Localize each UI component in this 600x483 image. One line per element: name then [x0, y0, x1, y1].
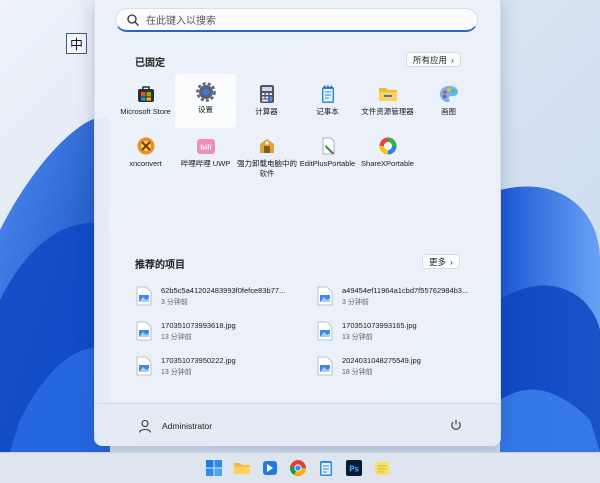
app-label: ShareXPortable: [361, 159, 414, 168]
search-placeholder: 在此键入以搜索: [146, 16, 216, 27]
user-name: Administrator: [162, 421, 213, 431]
chevron-right-icon: ›: [451, 54, 454, 65]
power-icon[interactable]: [450, 419, 462, 431]
file-name: 170351073950222.jpg: [161, 356, 236, 365]
app-label: 记事本: [316, 107, 339, 116]
app-label: 画图: [441, 107, 456, 116]
folder-icon: [378, 88, 397, 101]
user-avatar-icon: [138, 419, 152, 433]
start-menu: 在此键入以搜索 已固定 所有应用 › Microsoft Store 设置 计算…: [94, 0, 501, 446]
all-apps-button[interactable]: 所有应用 ›: [406, 52, 461, 67]
file-name: a49454ef11964a1cbd7f55762984b3...: [342, 286, 469, 295]
file-time: 3 分钟前: [342, 299, 369, 306]
ime-indicator[interactable]: 中: [66, 33, 87, 54]
pinned-app-paint[interactable]: 画图: [418, 76, 479, 130]
recommended-title: 推荐的项目: [135, 260, 185, 271]
image-file-icon: [317, 286, 333, 306]
calculator-icon: [259, 85, 274, 103]
chevron-right-icon: ›: [450, 256, 453, 267]
notepad-icon: [321, 85, 334, 103]
pinned-app-settings[interactable]: 设置: [175, 74, 236, 128]
app-label: 强力卸载电脑中的软件: [237, 159, 297, 178]
search-box[interactable]: 在此键入以搜索: [115, 8, 478, 32]
app-label: 文件资源管理器: [361, 107, 414, 116]
pinned-app-editplus[interactable]: EditPlusPortable: [297, 128, 358, 182]
recommended-item[interactable]: a49454ef11964a1cbd7f55762984b3... 3 分钟前: [317, 283, 492, 311]
chrome-icon[interactable]: [289, 459, 307, 477]
more-label: 更多: [429, 256, 447, 267]
store-icon: [137, 86, 154, 102]
bilibili-icon: bili: [196, 139, 215, 154]
file-name: 170351073993165.jpg: [342, 321, 417, 330]
recommended-item[interactable]: 2024031048275549.jpg 18 分钟前: [317, 353, 492, 381]
file-explorer-taskbar-icon[interactable]: [233, 459, 251, 477]
taskbar: Ps: [0, 452, 600, 483]
file-name: 62b5c5a41202483993f0fefce83b77...: [161, 286, 286, 295]
app-label: Microsoft Store: [120, 107, 171, 116]
start-button-icon[interactable]: [205, 459, 223, 477]
recommended-item[interactable]: 170351073993618.jpg 13 分钟前: [136, 318, 311, 346]
all-apps-label: 所有应用: [413, 54, 448, 65]
file-time: 18 分钟前: [342, 369, 373, 376]
pinned-app-calculator[interactable]: 计算器: [236, 76, 297, 130]
app-label: 哔哩哔哩 UWP: [180, 159, 231, 168]
file-time: 13 分钟前: [342, 334, 373, 341]
pinned-app-xnconvert[interactable]: xnconvert: [115, 128, 176, 182]
pinned-title: 已固定: [135, 58, 165, 69]
recommended-item[interactable]: 170351073950222.jpg 13 分钟前: [136, 353, 311, 381]
app-label: 设置: [198, 105, 213, 114]
editplus-icon: [322, 137, 334, 155]
app-label: xnconvert: [129, 159, 162, 168]
recommended-item[interactable]: 170351073993165.jpg 13 分钟前: [317, 318, 492, 346]
file-time: 13 分钟前: [161, 369, 192, 376]
user-account-button[interactable]: Administrator: [137, 418, 212, 434]
app-label: EditPlusPortable: [299, 159, 356, 168]
start-footer: Administrator: [95, 403, 500, 446]
edge-browser-icon[interactable]: [261, 459, 279, 477]
pinned-app-sharex[interactable]: ShareXPortable: [357, 128, 418, 182]
svg-text:Ps: Ps: [349, 465, 359, 474]
pinned-app-notepad[interactable]: 记事本: [297, 76, 358, 130]
pinned-app-uninstaller[interactable]: 强力卸载电脑中的软件: [236, 128, 298, 182]
sticky-notes-icon[interactable]: [373, 459, 391, 477]
file-time: 3 分钟前: [161, 299, 188, 306]
photoshop-icon[interactable]: Ps: [345, 459, 363, 477]
more-button[interactable]: 更多 ›: [422, 254, 460, 269]
search-icon: [127, 13, 139, 26]
uninstall-icon: [260, 139, 274, 153]
paint-icon: [439, 86, 458, 102]
xnconvert-icon: [137, 137, 154, 155]
file-name: 2024031048275549.jpg: [342, 356, 421, 365]
pinned-app-file-explorer[interactable]: 文件资源管理器: [357, 76, 418, 130]
recommended-item[interactable]: 62b5c5a41202483993f0fefce83b77... 3 分钟前: [136, 283, 311, 311]
pinned-app-microsoft-store[interactable]: Microsoft Store: [115, 76, 176, 130]
image-file-icon: [136, 321, 152, 341]
file-name: 170351073993618.jpg: [161, 321, 236, 330]
gear-icon: [195, 82, 216, 102]
app-label: 计算器: [255, 107, 278, 116]
image-file-icon: [136, 356, 152, 376]
image-file-icon: [136, 286, 152, 306]
sharex-icon: [379, 137, 396, 155]
pinned-app-bilibili[interactable]: bili 哔哩哔哩 UWP: [175, 128, 236, 182]
file-time: 13 分钟前: [161, 334, 192, 341]
image-file-icon: [317, 356, 333, 376]
image-file-icon: [317, 321, 333, 341]
notepad-taskbar-icon[interactable]: [317, 459, 335, 477]
svg-text:bili: bili: [200, 144, 211, 152]
